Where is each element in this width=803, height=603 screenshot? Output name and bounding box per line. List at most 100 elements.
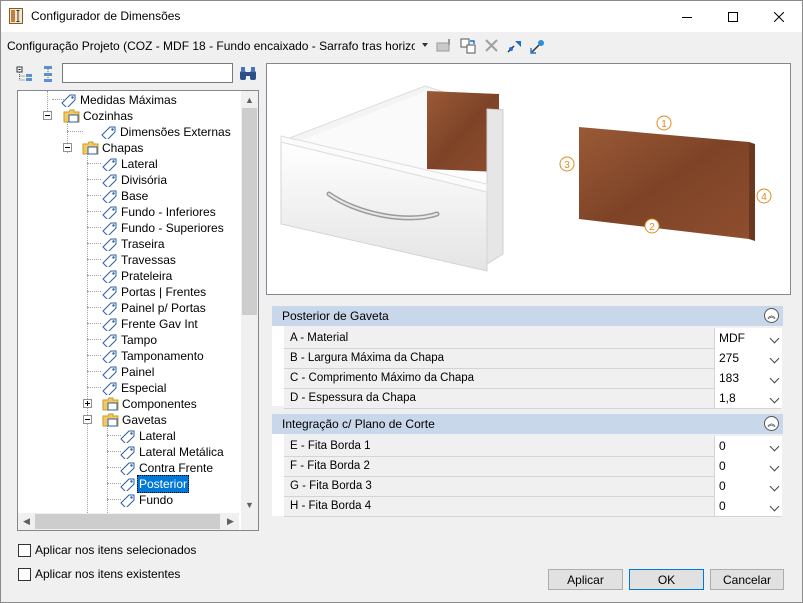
largura-select[interactable]: 275	[714, 348, 782, 368]
prop-value: 0	[719, 499, 726, 513]
apply-selected-checkbox[interactable]	[18, 543, 31, 557]
tree-expander-cozinhas[interactable]	[43, 111, 52, 120]
tree-item-posterior[interactable]: Posterior	[119, 475, 190, 493]
tree-horizontal-scrollbar[interactable]: ◀ ▶	[18, 513, 239, 530]
tree-item-fundo-superiores[interactable]: Fundo - Superiores	[101, 220, 226, 236]
edit-config-icon[interactable]	[436, 38, 454, 54]
import-icon[interactable]	[529, 38, 547, 54]
tree-item-travessas[interactable]: Travessas	[101, 252, 178, 268]
scroll-thumb[interactable]	[35, 514, 220, 529]
tree-vertical-scrollbar[interactable]: ▲ ▼	[241, 91, 258, 513]
prop-value: 275	[719, 351, 740, 365]
comprimento-select[interactable]: 183	[714, 368, 782, 388]
fita-borda-3-select[interactable]: 0	[714, 476, 782, 496]
tree-item-medidas-maximas[interactable]: Medidas Máximas	[60, 92, 179, 108]
chevron-down-icon[interactable]	[769, 481, 780, 492]
tree-item-fundo-inferiores[interactable]: Fundo - Inferiores	[101, 204, 218, 220]
maximize-button[interactable]	[710, 1, 756, 32]
chevron-down-icon[interactable]	[769, 333, 780, 344]
chevron-down-icon[interactable]	[769, 373, 780, 384]
material-select[interactable]: MDF	[714, 328, 782, 348]
tag-icon	[102, 366, 117, 379]
tree-item-fundo[interactable]: Fundo	[119, 492, 175, 508]
tree-item-componentes[interactable]: Componentes	[102, 396, 199, 412]
tag-icon	[120, 478, 135, 491]
tree-item-label: Lateral	[139, 429, 176, 443]
tag-icon	[102, 318, 117, 331]
expand-all-icon[interactable]	[16, 65, 34, 83]
prop-value: 0	[719, 439, 726, 453]
apply-existing-checkbox[interactable]	[18, 567, 31, 581]
scroll-down-icon[interactable]: ▼	[241, 496, 258, 513]
tree-item-label: Especial	[121, 381, 167, 395]
tag-icon	[120, 430, 135, 443]
tree-item-gaveta-lateral[interactable]: Lateral	[119, 428, 178, 444]
tree-item-lateral[interactable]: Lateral	[101, 156, 160, 172]
chevron-down-icon[interactable]	[769, 441, 780, 452]
ok-button[interactable]: OK	[629, 569, 704, 590]
scroll-corner	[241, 513, 258, 530]
tree-expander-componentes[interactable]	[83, 399, 92, 408]
tree-item-cozinhas[interactable]: Cozinhas	[59, 108, 135, 124]
prop-row-espessura: D - Espessura da Chapa 1,8	[284, 388, 782, 409]
tree-item-painel-portas[interactable]: Painel p/ Portas	[101, 300, 208, 316]
copy-config-icon[interactable]	[460, 38, 478, 54]
tree-item-divisoria[interactable]: Divisória	[101, 172, 169, 188]
tree-item-frente-gav-int[interactable]: Frente Gav Int	[101, 316, 200, 332]
minimize-button[interactable]	[664, 1, 710, 32]
close-button[interactable]	[756, 1, 802, 32]
tree-item-label: Dimensões Externas	[120, 125, 231, 139]
tree-item-base[interactable]: Base	[101, 188, 150, 204]
fita-borda-4-select[interactable]: 0	[714, 496, 782, 516]
tree-item-label: Portas | Frentes	[121, 285, 207, 299]
chevron-down-icon[interactable]	[769, 461, 780, 472]
collapse-all-icon[interactable]	[41, 65, 55, 83]
scroll-up-icon[interactable]: ▲	[241, 91, 258, 108]
prop-row-fita-borda-4: H - Fita Borda 4 0	[284, 496, 782, 517]
tree-item-especial[interactable]: Especial	[101, 380, 168, 396]
apply-button[interactable]: Aplicar	[548, 569, 623, 590]
maximize-icon	[728, 11, 738, 22]
tree-item-label: Traseira	[121, 237, 165, 251]
collapse-section-icon[interactable]: ︽	[764, 308, 779, 323]
export-icon[interactable]	[506, 38, 524, 54]
tree-item-traseira[interactable]: Traseira	[101, 236, 167, 252]
section-posterior-gaveta[interactable]: Posterior de Gaveta ︽	[272, 306, 783, 326]
dimension-tree[interactable]: Medidas Máximas Cozinhas Dimensões Exter…	[17, 90, 259, 531]
collapse-section-icon[interactable]: ︽	[764, 416, 779, 431]
tree-item-tamponamento[interactable]: Tamponamento	[101, 348, 206, 364]
tree-item-gavetas[interactable]: Gavetas	[102, 412, 169, 428]
fita-borda-1-select[interactable]: 0	[714, 436, 782, 456]
chevron-down-icon[interactable]	[769, 353, 780, 364]
tag-icon	[102, 270, 117, 283]
tree-expander-chapas[interactable]	[63, 143, 72, 152]
espessura-select[interactable]: 1,8	[714, 388, 782, 408]
apply-selected-option[interactable]: Aplicar nos itens selecionados	[18, 543, 196, 557]
scroll-right-icon[interactable]: ▶	[222, 513, 239, 530]
delete-icon[interactable]	[483, 38, 501, 54]
config-select[interactable]: Configuração Projeto (COZ - MDF 18 - Fun…	[7, 39, 415, 53]
tree-expander-gavetas[interactable]	[83, 415, 92, 424]
chevron-down-icon[interactable]	[769, 393, 780, 404]
tree-item-prateleira[interactable]: Prateleira	[101, 268, 174, 284]
prop-label: C - Comprimento Máximo da Chapa	[290, 372, 475, 384]
tree-item-portas-frentes[interactable]: Portas | Frentes	[101, 284, 208, 300]
tree-item-painel[interactable]: Painel	[101, 364, 156, 380]
tree-item-tampo[interactable]: Tampo	[101, 332, 159, 348]
tree-item-dimensoes-externas[interactable]: Dimensões Externas	[100, 124, 233, 140]
tree-search-input[interactable]	[62, 63, 233, 83]
tree-item-contra-frente[interactable]: Contra Frente	[119, 460, 215, 476]
chevron-down-icon[interactable]	[769, 501, 780, 512]
tree-item-label: Painel	[121, 365, 155, 379]
scroll-left-icon[interactable]: ◀	[18, 513, 35, 530]
section-integracao-plano-corte[interactable]: Integração c/ Plano de Corte ︽	[272, 414, 783, 434]
fita-borda-2-select[interactable]: 0	[714, 456, 782, 476]
tree-item-lateral-metalica[interactable]: Lateral Metálica	[119, 444, 226, 460]
folder-icon	[102, 413, 119, 427]
scroll-thumb[interactable]	[242, 108, 257, 315]
config-dropdown-arrow-icon[interactable]	[422, 43, 428, 47]
tree-item-chapas[interactable]: Chapas	[82, 140, 145, 156]
binoculars-icon[interactable]	[239, 66, 257, 82]
cancel-button[interactable]: Cancelar	[710, 569, 784, 590]
apply-existing-option[interactable]: Aplicar nos itens existentes	[18, 567, 180, 581]
